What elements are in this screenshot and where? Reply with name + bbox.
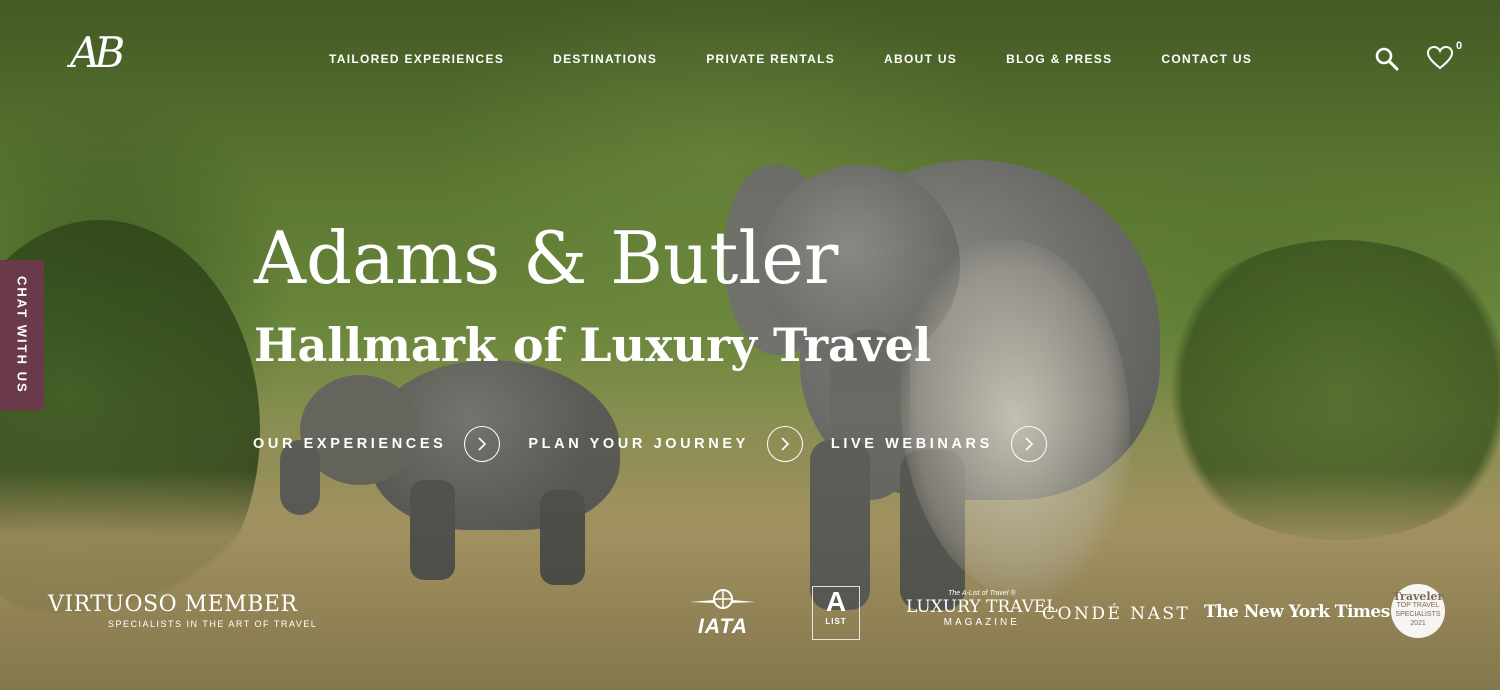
chevron-right-icon[interactable] [1010,426,1047,462]
main-nav: TAILORED EXPERIENCES DESTINATIONS PRIVAT… [329,52,1301,66]
luxury-magazine-word: MAGAZINE [943,617,1020,628]
chevron-right-icon[interactable] [464,426,501,462]
a-list-badge: A LIST [812,586,860,640]
plan-your-journey-button[interactable]: PLAN YOUR JOURNEY [528,426,803,462]
a-list-word: LIST [825,617,847,626]
brand-logo[interactable]: AB [70,28,125,84]
iata-wordmark: IATA [698,615,748,638]
virtuoso-wordmark: VIRTUOSO MEMBER [48,592,298,617]
heart-icon[interactable] [1426,45,1454,71]
cta-label: PLAN YOUR JOURNEY [528,436,749,452]
logo-monogram: AB [70,28,125,77]
traveler-badge: Traveler TOP TRAVEL SPECIALISTS 2021 [1391,584,1445,638]
luxury-wordmark: LUXURY TRAVEL [906,597,1058,617]
nav-item-tailored-experiences[interactable]: TAILORED EXPERIENCES [329,52,504,66]
virtuoso-member-logo: VIRTUOSO MEMBER SPECIALISTS IN THE ART O… [48,592,317,629]
traveler-year: 2021 [1410,620,1426,627]
conde-nast-logo: CONDÉ NAST [1042,604,1191,624]
nav-item-contact-us[interactable]: CONTACT US [1161,52,1252,66]
traveler-line2: SPECIALISTS [1395,611,1441,618]
luxury-tagline: The A-List of Travel ® [948,590,1016,597]
hero-subtitle: Hallmark of Luxury Travel [254,318,932,372]
new-york-times-logo: The New York Times [1204,602,1390,622]
chat-tab-label: CHAT WITH US [14,276,30,394]
cta-label: LIVE WEBINARS [830,436,993,452]
nav-item-private-rentals[interactable]: PRIVATE RENTALS [706,52,835,66]
live-webinars-button[interactable]: LIVE WEBINARS [831,426,1047,462]
cta-label: OUR EXPERIENCES [253,436,447,452]
chat-with-us-tab[interactable]: CHAT WITH US [0,260,44,410]
hero-title: Adams & Butler [254,216,839,300]
globe-wings-icon [690,589,756,609]
search-icon[interactable] [1374,46,1400,72]
traveler-wordmark: Traveler [1392,590,1444,603]
chevron-right-icon[interactable] [766,426,803,462]
luxury-travel-magazine-logo: The A-List of Travel ® LUXURY TRAVEL MAG… [906,590,1058,628]
wishlist-count-badge: 0 [1456,40,1463,52]
traveler-line1: TOP TRAVEL [1396,602,1440,609]
our-experiences-button[interactable]: OUR EXPERIENCES [253,426,501,462]
virtuoso-tagline: SPECIALISTS IN THE ART OF TRAVEL [108,619,318,629]
partner-logos: VIRTUOSO MEMBER SPECIALISTS IN THE ART O… [0,580,1500,650]
a-list-letter: A [825,586,847,617]
nav-item-blog-press[interactable]: BLOG & PRESS [1006,52,1112,66]
hero-cta-row: OUR EXPERIENCES PLAN YOUR JOURNEY LIVE W… [253,426,1075,462]
nav-item-about-us[interactable]: ABOUT US [884,52,957,66]
iata-logo: IATA [688,588,758,639]
nav-item-destinations[interactable]: DESTINATIONS [553,52,657,66]
